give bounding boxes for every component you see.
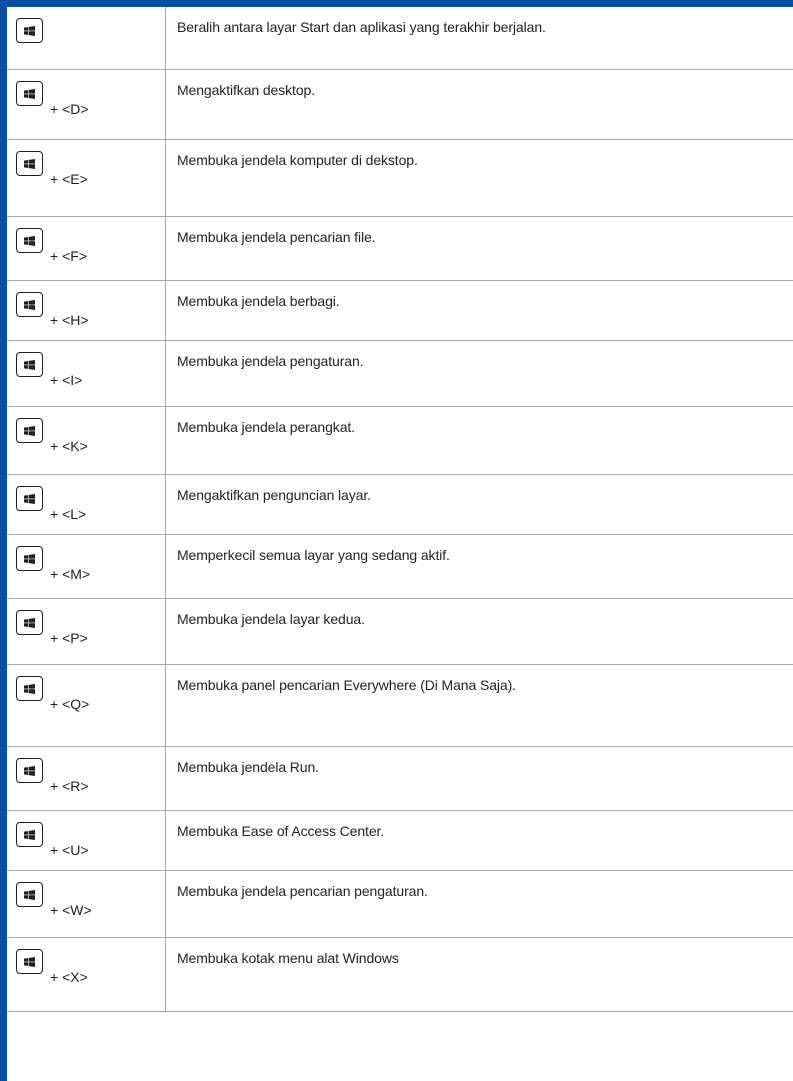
shortcut-description: Membuka kotak menu alat Windows xyxy=(165,937,793,1012)
key-combination: + <I> xyxy=(16,351,165,392)
shortcut-description: Membuka jendela Run. xyxy=(165,746,793,811)
windows-key-icon xyxy=(16,881,43,907)
key-combination: + <H> xyxy=(16,291,165,332)
key-combination: + <M> xyxy=(16,545,165,586)
shortcut-row: + <H> Membuka jendela berbagi. xyxy=(7,280,793,341)
shortcut-row: + <D> Mengaktifkan desktop. xyxy=(7,69,793,140)
shortcut-description: Beralih antara layar Start dan aplikasi … xyxy=(165,7,793,70)
shortcut-description: Membuka jendela layar kedua. xyxy=(165,598,793,665)
key-combination: + <K> xyxy=(16,417,165,458)
key-combo-label: + <P> xyxy=(50,629,88,646)
windows-key-icon xyxy=(16,545,43,571)
key-combination xyxy=(16,18,165,58)
shortcut-description: Membuka jendela perangkat. xyxy=(165,406,793,475)
key-combo-label: + <E> xyxy=(50,170,88,187)
left-accent-bar xyxy=(0,0,7,1081)
shortcut-key-cell: + <L> xyxy=(7,474,166,535)
shortcut-row: + <L> Mengaktifkan penguncian layar. xyxy=(7,474,793,535)
key-combination: + <L> xyxy=(16,485,165,526)
shortcut-row: + <M> Memperkecil semua layar yang sedang… xyxy=(7,534,793,599)
key-combination: + <D> xyxy=(16,80,165,121)
shortcut-row: + <K> Membuka jendela perangkat. xyxy=(7,406,793,475)
windows-key-icon xyxy=(16,609,43,635)
key-combo-label: + <W> xyxy=(50,901,92,918)
key-combo-label: + <I> xyxy=(50,371,83,388)
shortcut-key-cell: + <R> xyxy=(7,746,166,811)
shortcut-key-cell: + <U> xyxy=(7,810,166,871)
key-combo-label: + <Q> xyxy=(50,695,90,712)
shortcut-description: Membuka panel pencarian Everywhere (Di M… xyxy=(165,664,793,747)
shortcut-description: Membuka jendela pencarian file. xyxy=(165,216,793,281)
shortcut-key-cell: + <E> xyxy=(7,139,166,217)
windows-key-icon xyxy=(16,18,43,43)
shortcut-row: + <P> Membuka jendela layar kedua. xyxy=(7,598,793,665)
shortcut-row: Beralih antara layar Start dan aplikasi … xyxy=(7,7,793,70)
key-combination: + <U> xyxy=(16,821,165,862)
shortcut-description: Mengaktifkan desktop. xyxy=(165,69,793,140)
windows-key-icon xyxy=(16,948,43,974)
windows-key-icon xyxy=(16,821,43,847)
shortcut-key-cell: + <X> xyxy=(7,937,166,1012)
shortcut-description: Membuka jendela komputer di dekstop. xyxy=(165,139,793,217)
shortcut-row: + <Q> Membuka panel pencarian Everywhere … xyxy=(7,664,793,747)
shortcut-description: Memperkecil semua layar yang sedang akti… xyxy=(165,534,793,599)
key-combo-label: + <L> xyxy=(50,505,87,522)
windows-key-icon xyxy=(16,351,43,377)
shortcut-key-cell: + <Q> xyxy=(7,664,166,747)
key-combination: + <F> xyxy=(16,227,165,268)
shortcut-key-cell: + <I> xyxy=(7,340,166,407)
shortcut-key-cell: + <P> xyxy=(7,598,166,665)
windows-key-icon xyxy=(16,227,43,253)
shortcut-row: + <E> Membuka jendela komputer di dekstop… xyxy=(7,139,793,217)
shortcut-description: Mengaktifkan penguncian layar. xyxy=(165,474,793,535)
shortcut-description: Membuka jendela pencarian pengaturan. xyxy=(165,870,793,938)
key-combo-label: + <U> xyxy=(50,841,89,858)
shortcut-key-cell: + <K> xyxy=(7,406,166,475)
shortcut-row: + <X> Membuka kotak menu alat Windows xyxy=(7,937,793,1012)
windows-key-icon xyxy=(16,485,43,511)
shortcut-key-cell: + <M> xyxy=(7,534,166,599)
shortcut-row: + <U> Membuka Ease of Access Center. xyxy=(7,810,793,871)
shortcut-table-body: Beralih antara layar Start dan aplikasi … xyxy=(7,7,793,1012)
shortcut-key-cell: + <H> xyxy=(7,280,166,341)
key-combination: + <W> xyxy=(16,881,165,922)
key-combo-label: + <R> xyxy=(50,777,89,794)
top-accent-bar xyxy=(0,0,793,7)
key-combo-label: + <X> xyxy=(50,968,88,985)
key-combo-label: + <D> xyxy=(50,100,89,117)
key-combo-label: + <H> xyxy=(50,311,89,328)
shortcut-row: + <R> Membuka jendela Run. xyxy=(7,746,793,811)
key-combo-label: + <K> xyxy=(50,437,88,454)
key-combo-label: + <F> xyxy=(50,247,87,264)
key-combination: + <P> xyxy=(16,609,165,650)
key-combo-label: + <M> xyxy=(50,565,91,582)
key-combination: + <E> xyxy=(16,150,165,191)
windows-key-icon xyxy=(16,757,43,783)
shortcut-key-cell: + <D> xyxy=(7,69,166,140)
shortcut-key-cell: + <W> xyxy=(7,870,166,938)
windows-key-icon xyxy=(16,291,43,317)
shortcut-description: Membuka jendela pengaturan. xyxy=(165,340,793,407)
shortcut-table: Beralih antara layar Start dan aplikasi … xyxy=(7,7,793,1012)
shortcut-key-cell: + <F> xyxy=(7,216,166,281)
shortcut-row: + <I> Membuka jendela pengaturan. xyxy=(7,340,793,407)
shortcut-row: + <F> Membuka jendela pencarian file. xyxy=(7,216,793,281)
key-combination: + <R> xyxy=(16,757,165,798)
key-combination: + <Q> xyxy=(16,675,165,716)
windows-key-icon xyxy=(16,80,43,106)
shortcut-description: Membuka jendela berbagi. xyxy=(165,280,793,341)
shortcut-key-cell xyxy=(7,7,166,70)
windows-key-icon xyxy=(16,150,43,176)
windows-key-icon xyxy=(16,417,43,443)
key-combination: + <X> xyxy=(16,948,165,989)
windows-key-icon xyxy=(16,675,43,701)
shortcut-description: Membuka Ease of Access Center. xyxy=(165,810,793,871)
shortcut-row: + <W> Membuka jendela pencarian pengatura… xyxy=(7,870,793,938)
